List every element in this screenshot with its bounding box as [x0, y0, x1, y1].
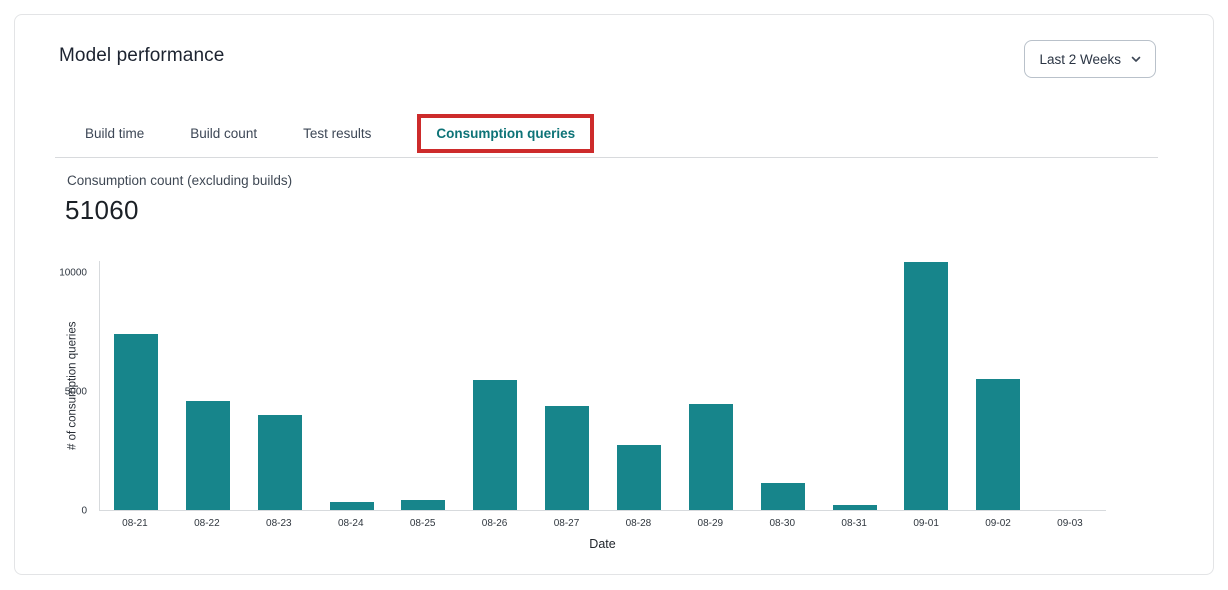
bar-08-24[interactable]: [330, 502, 374, 510]
bar-slot: [603, 445, 675, 510]
x-axis-labels: 08-2108-2208-2308-2408-2508-2608-2708-28…: [99, 518, 1106, 529]
tab-build-time[interactable]: Build time: [85, 126, 144, 141]
red-highlight-annotation: Consumption queries: [417, 114, 594, 153]
x-tick-label: 08-31: [818, 518, 890, 529]
bar-08-25[interactable]: [401, 500, 445, 511]
x-axis-title: Date: [99, 537, 1106, 551]
tab-build-count[interactable]: Build count: [190, 126, 257, 141]
x-tick-label: 09-01: [890, 518, 962, 529]
y-tick-label: 10000: [59, 267, 87, 278]
bar-08-27[interactable]: [545, 406, 589, 510]
x-tick-label: 08-30: [746, 518, 818, 529]
bar-09-02[interactable]: [976, 379, 1020, 510]
y-tick-label: 5000: [65, 387, 87, 398]
bar-08-30[interactable]: [761, 483, 805, 510]
x-tick-label: 08-25: [387, 518, 459, 529]
x-tick-label: 08-22: [171, 518, 243, 529]
page-title: Model performance: [59, 45, 224, 67]
date-range-value: Last 2 Weeks: [1039, 52, 1121, 67]
model-performance-panel: Model performance Last 2 Weeks Build tim…: [14, 14, 1214, 575]
tab-consumption-queries[interactable]: Consumption queries: [436, 126, 575, 141]
x-tick-label: 08-28: [602, 518, 674, 529]
bar-slot: [100, 334, 172, 510]
bar-slot: [531, 406, 603, 510]
consumption-queries-chart: # of consumption queries 0500010000 08-2…: [59, 253, 1106, 553]
bar-slot: [819, 505, 891, 510]
bar-08-31[interactable]: [833, 505, 877, 510]
x-tick-label: 09-03: [1034, 518, 1106, 529]
bar-09-01[interactable]: [904, 262, 948, 510]
bar-08-22[interactable]: [186, 401, 230, 511]
x-tick-label: 08-21: [99, 518, 171, 529]
bar-slot: [747, 483, 819, 510]
bar-08-26[interactable]: [473, 380, 517, 511]
bar-slot: [675, 404, 747, 510]
x-tick-label: 08-29: [674, 518, 746, 529]
metric-label: Consumption count (excluding builds): [67, 173, 292, 188]
bar-08-28[interactable]: [617, 445, 661, 510]
x-tick-label: 08-27: [531, 518, 603, 529]
tabs-bar: Build time Build count Test results Cons…: [55, 110, 1158, 158]
y-axis-ticks: 0500010000: [59, 261, 93, 511]
chevron-down-icon: [1131, 56, 1141, 63]
bars: [100, 261, 1106, 510]
tab-test-results[interactable]: Test results: [303, 126, 371, 141]
x-tick-label: 08-24: [315, 518, 387, 529]
bar-slot: [244, 415, 316, 510]
date-range-dropdown[interactable]: Last 2 Weeks: [1024, 40, 1156, 78]
bar-08-23[interactable]: [258, 415, 302, 510]
bar-08-29[interactable]: [689, 404, 733, 510]
plot-area: [99, 261, 1106, 511]
x-tick-label: 09-02: [962, 518, 1034, 529]
bar-08-21[interactable]: [114, 334, 158, 510]
x-tick-label: 08-23: [243, 518, 315, 529]
bar-slot: [459, 380, 531, 511]
metric-value: 51060: [65, 195, 139, 226]
y-tick-label: 0: [81, 506, 87, 517]
bar-slot: [172, 401, 244, 511]
bar-slot: [316, 502, 388, 510]
bar-slot: [890, 262, 962, 510]
x-tick-label: 08-26: [459, 518, 531, 529]
bar-slot: [962, 379, 1034, 510]
bar-slot: [387, 500, 459, 511]
